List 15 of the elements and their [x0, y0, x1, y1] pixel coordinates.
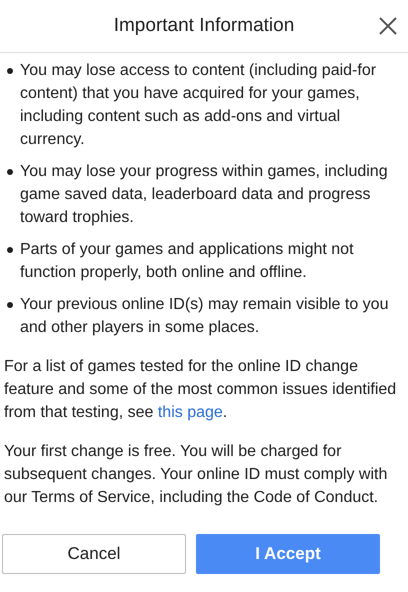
cancel-button[interactable]: Cancel [2, 534, 186, 574]
bullet-text: Your previous online ID(s) may remain visible to you and other players in some places. [20, 295, 390, 338]
link[interactable]: this page [158, 404, 223, 421]
paragraph-text: For a list of games tested for the online ID change feature and some of the most common issues identified from that testing, see this page. [4, 357, 398, 423]
bullet-text: Parts of your games and applications might not function properly, both online and offline. [20, 240, 355, 283]
bullet-icon [7, 247, 13, 253]
paragraph-text: Your first change is free. You will be charged for subsequent changes. Your online ID must comply with our Terms of Service, including the Code of Conduct. [4, 442, 388, 508]
dialog-title: Important Information [114, 15, 294, 37]
bullet-text: You may lose your progress within games, including game saved data, leaderboard data and progress toward trophies. [20, 162, 389, 228]
accept-button[interactable]: I Accept [196, 534, 380, 574]
bullet-icon [7, 169, 13, 175]
bullet-icon [7, 302, 13, 308]
close-icon [378, 16, 398, 36]
bullet-icon [7, 68, 13, 74]
bullet-text: You may lose access to content (including paid-for content) that you have acquired for your games, including content such as add-ons and virtual currency. [20, 61, 378, 150]
